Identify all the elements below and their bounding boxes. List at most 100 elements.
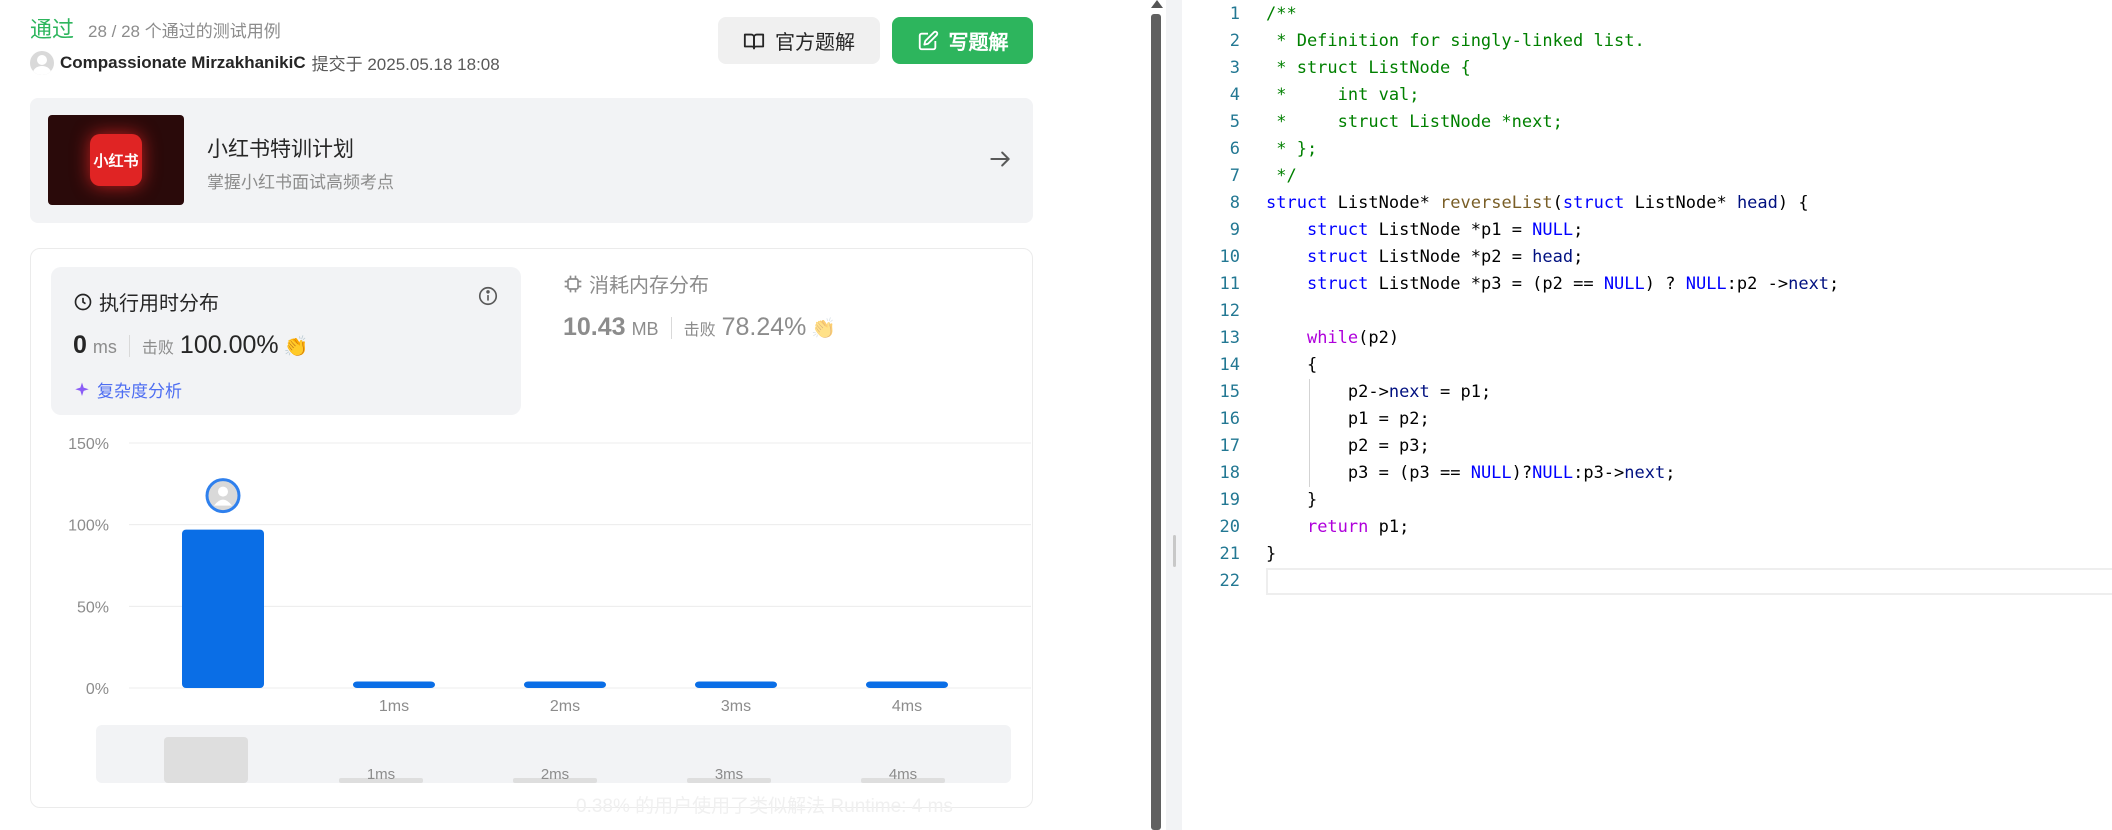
- code-line[interactable]: 22: [1182, 568, 2112, 595]
- line-number: 9: [1229, 220, 1240, 240]
- code-text[interactable]: * };: [1266, 136, 1317, 163]
- code-text[interactable]: {: [1266, 352, 1317, 379]
- code-line[interactable]: 7 */: [1182, 163, 2112, 190]
- line-number: 21: [1219, 544, 1240, 564]
- divider: [128, 334, 130, 357]
- line-number: 17: [1219, 436, 1240, 456]
- code-text[interactable]: /**: [1266, 1, 1297, 28]
- memory-title-label: 消耗内存分布: [589, 275, 709, 297]
- code-text[interactable]: p1 = p2;: [1266, 406, 1430, 433]
- line-number: 12: [1219, 301, 1240, 321]
- code-line[interactable]: 9 struct ListNode *p1 = NULL;: [1182, 217, 2112, 244]
- complexity-analysis-link[interactable]: 复杂度分析: [73, 377, 182, 402]
- code-line[interactable]: 10 struct ListNode *p2 = head;: [1182, 244, 2112, 271]
- chart-bar: [524, 681, 606, 688]
- code-line[interactable]: 12: [1182, 298, 2112, 325]
- code-line[interactable]: 17 p2 = p3;: [1182, 433, 2112, 460]
- code-text[interactable]: p2->next = p1;: [1266, 379, 1491, 406]
- memory-title: 消耗内存分布: [563, 269, 709, 298]
- xiaohongshu-logo: 小红书: [90, 134, 142, 186]
- code-line[interactable]: 14 {: [1182, 352, 2112, 379]
- runtime-values: 0 ms 击败 100.00% 👏: [73, 331, 309, 360]
- avatar-head: [218, 486, 228, 497]
- official-solution-button[interactable]: 官方题解: [718, 17, 880, 64]
- code-text[interactable]: struct ListNode *p1 = NULL;: [1266, 217, 1583, 244]
- y-tick-label: 50%: [77, 599, 109, 616]
- code-text[interactable]: * struct ListNode {: [1266, 55, 1470, 82]
- x-tick-label: 2ms: [550, 698, 580, 715]
- splitter-grip-icon[interactable]: [1173, 535, 1176, 567]
- code-line[interactable]: 1 /**: [1182, 1, 2112, 28]
- scroll-up-icon[interactable]: [1151, 0, 1163, 8]
- write-solution-button[interactable]: 写题解: [892, 17, 1033, 64]
- clock-icon: [74, 293, 92, 310]
- code-text[interactable]: */: [1266, 163, 1296, 190]
- code-line[interactable]: 15 p2->next = p1;: [1182, 379, 2112, 406]
- y-tick-label: 100%: [68, 518, 109, 535]
- scrollbar-thumb[interactable]: [1151, 14, 1161, 830]
- runtime-title: 执行用时分布: [73, 287, 219, 316]
- line-number: 2: [1229, 31, 1240, 51]
- line-number: 20: [1219, 517, 1240, 537]
- runtime-unit: ms: [92, 337, 117, 357]
- code-line[interactable]: 3 * struct ListNode {: [1182, 55, 2112, 82]
- divider: [670, 316, 672, 339]
- code-text[interactable]: struct ListNode *p3 = (p2 == NULL) ? NUL…: [1266, 271, 1839, 298]
- runtime-distribution-chart[interactable]: 0% 50% 100% 150% 1ms 2ms 3ms 4ms 1ms 2ms 3ms 4ms 0.…: [31, 429, 1034, 817]
- code-text[interactable]: }: [1266, 487, 1317, 514]
- code-line[interactable]: 5 * struct ListNode *next;: [1182, 109, 2112, 136]
- code-text[interactable]: return p1;: [1266, 514, 1409, 541]
- line-number: 18: [1219, 463, 1240, 483]
- code-line[interactable]: 8 struct ListNode* reverseList(struct Lis…: [1182, 190, 2112, 217]
- code-line[interactable]: 6 * };: [1182, 136, 2112, 163]
- code-text[interactable]: struct ListNode* reverseList(struct List…: [1266, 190, 1809, 217]
- navigator-label: 2ms: [541, 766, 569, 783]
- code-text[interactable]: while(p2): [1266, 325, 1399, 352]
- code-line[interactable]: 16 p1 = p2;: [1182, 406, 2112, 433]
- line-number: 10: [1219, 247, 1240, 267]
- code-line[interactable]: 21}: [1182, 541, 2112, 568]
- line-number: 1: [1229, 4, 1240, 24]
- left-panel-scrollbar[interactable]: [1146, 0, 1166, 830]
- code-text[interactable]: p3 = (p3 == NULL)?NULL:p3->next;: [1266, 460, 1676, 487]
- code-line[interactable]: 2 * Definition for singly-linked list.: [1182, 28, 2112, 55]
- code-line[interactable]: 19 }: [1182, 487, 2112, 514]
- code-line[interactable]: 18 p3 = (p3 == NULL)?NULL:p3->next;: [1182, 460, 2112, 487]
- promo-thumbnail: 小红书: [48, 115, 184, 205]
- code-text[interactable]: * struct ListNode *next;: [1266, 109, 1563, 136]
- runtime-beat-percent: 100.00%: [179, 331, 279, 359]
- code-line[interactable]: 4 * int val;: [1182, 82, 2112, 109]
- runtime-title-label: 执行用时分布: [99, 293, 219, 315]
- chart-bar: [353, 681, 435, 688]
- edit-icon: [918, 30, 938, 50]
- code-editor[interactable]: 1/** 2 * Definition for singly-linked lis…: [1182, 0, 2112, 830]
- submitter-name[interactable]: Compassionate MirzakhanikiC: [60, 53, 306, 73]
- code-text[interactable]: struct ListNode *p2 = head;: [1266, 244, 1583, 271]
- user-avatar-icon[interactable]: [30, 50, 54, 75]
- promo-title: 小红书特训计划: [207, 138, 354, 161]
- arrow-right-icon[interactable]: [987, 146, 1013, 172]
- code-text[interactable]: }: [1266, 541, 1276, 568]
- panel-splitter[interactable]: [1166, 0, 1182, 830]
- submitter-info: Compassionate MirzakhanikiC 提交于 2025.05.…: [30, 50, 500, 75]
- line-number: 16: [1219, 409, 1240, 429]
- info-icon[interactable]: [477, 285, 499, 307]
- code-line[interactable]: 13 while(p2): [1182, 325, 2112, 352]
- line-number: 4: [1229, 85, 1240, 105]
- code-text[interactable]: * int val;: [1266, 82, 1419, 109]
- navigator-label: 3ms: [715, 766, 743, 783]
- x-tick-label: 1ms: [379, 698, 409, 715]
- sparkle-icon: [75, 382, 89, 396]
- code-line[interactable]: 20 return p1;: [1182, 514, 2112, 541]
- promo-banner[interactable]: 小红书 小红书特训计划 掌握小红书面试高频考点: [30, 98, 1033, 223]
- runtime-metric-tab[interactable]: 执行用时分布 0 ms 击败 100.00% 👏 复杂度分析: [51, 267, 521, 415]
- runtime-value: 0: [73, 331, 87, 359]
- code-line[interactable]: 11 struct ListNode *p3 = (p2 == NULL) ? …: [1182, 271, 2112, 298]
- line-number: 5: [1229, 112, 1240, 132]
- line-number: 13: [1219, 328, 1240, 348]
- line-number: 22: [1219, 571, 1240, 591]
- code-text[interactable]: * Definition for singly-linked list.: [1266, 28, 1644, 55]
- chart-bar: [695, 681, 777, 688]
- runtime-beat-label: 击败: [141, 340, 174, 357]
- code-text[interactable]: p2 = p3;: [1266, 433, 1430, 460]
